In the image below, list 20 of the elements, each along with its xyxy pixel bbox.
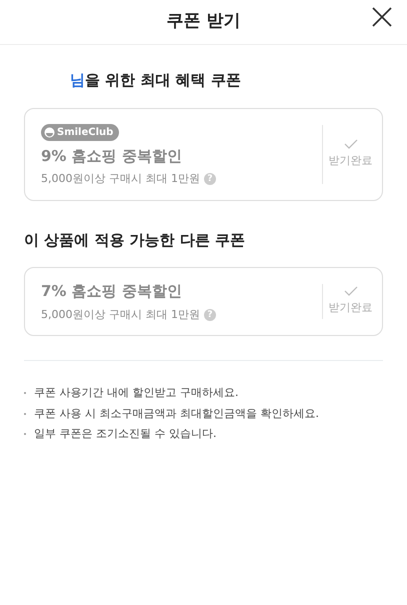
close-icon [371,6,393,28]
section-heading: 을 위한 최대 혜택 쿠폰 [85,70,241,91]
notice-text: 쿠폰 사용기간 내에 할인받고 구매하세요. [34,385,238,401]
dialog-title: 쿠폰 받기 [166,10,240,34]
notice-text: 쿠폰 사용 시 최소구매금액과 최대할인금액을 확인하세요. [34,406,319,422]
check-icon [344,138,358,149]
coupon-title: 7% 홈쇼핑 중복할인 [41,281,183,302]
smileclub-badge: SmileClub [41,124,120,140]
coupon-condition: 5,000원이상 구매시 최대 1만원 [41,306,200,322]
user-name: 님 [70,70,85,91]
check-icon [344,286,358,296]
notice-text: 일부 쿠폰은 조기소진될 수 있습니다. [34,426,216,442]
download-status[interactable]: 받기완료 [328,138,372,170]
download-status[interactable]: 받기완료 [328,286,372,317]
coupon-condition: 5,000원이상 구매시 최대 1만원 [41,171,200,187]
coupon-title: 9% 홈쇼핑 중복할인 [41,146,183,166]
help-icon[interactable]: ? [204,308,216,321]
help-icon[interactable]: ? [204,173,216,186]
section-heading: 이 상품에 적용 가능한 다른 쿠폰 [24,230,246,250]
close-button[interactable] [371,6,393,28]
